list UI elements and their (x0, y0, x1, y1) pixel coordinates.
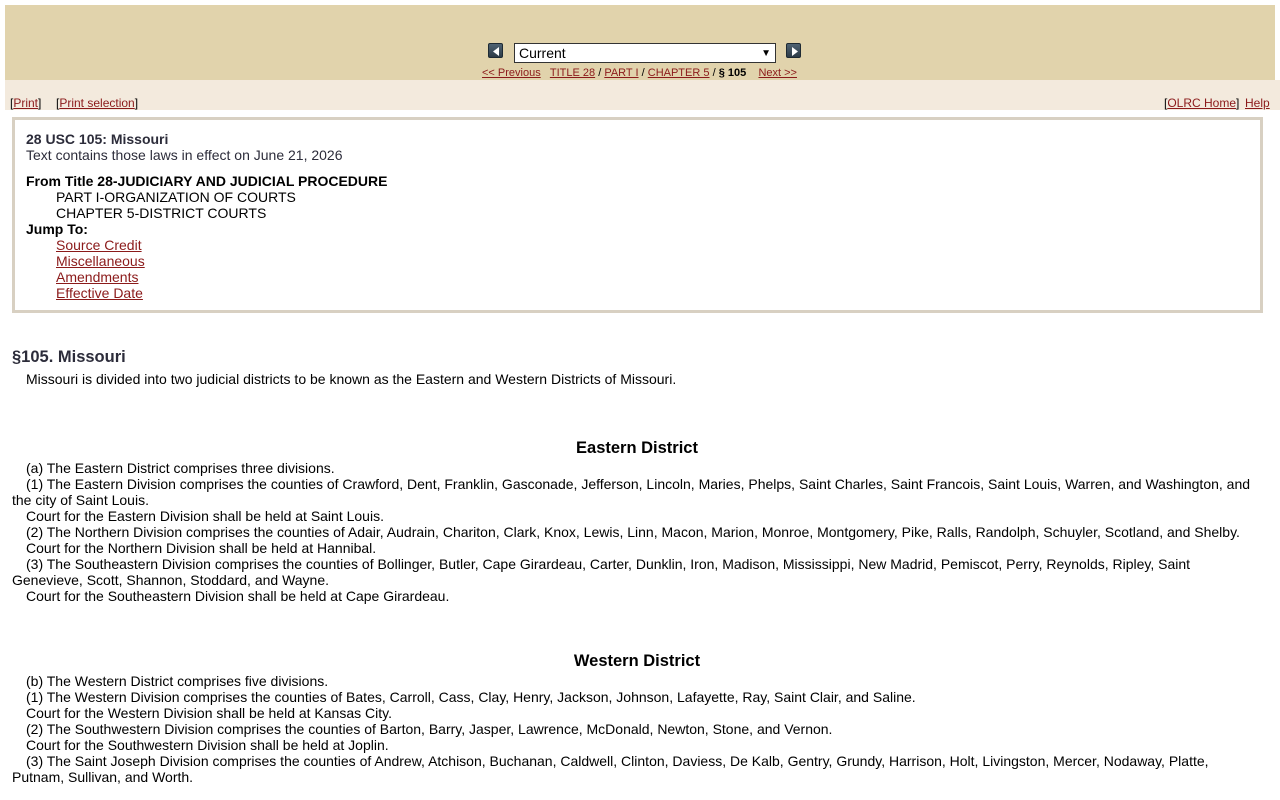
breadcrumb-separator: / (712, 67, 716, 79)
breadcrumb-separator: / (598, 67, 602, 79)
document-title: 28 USC 105: Missouri (26, 131, 169, 147)
section-info-box: 28 USC 105: Missouri Text contains those… (12, 117, 1263, 313)
eastern-paragraph: Court for the Northern Division shall be… (26, 540, 377, 556)
jump-source-credit-link[interactable]: Source Credit (56, 237, 142, 253)
next-section-link[interactable]: Next >> (758, 67, 797, 79)
print-selection-link-wrapper: [Print selection] (56, 96, 139, 110)
arrow-left-icon (493, 47, 499, 56)
jump-to-label: Jump To: (26, 221, 88, 237)
breadcrumb-part-link[interactable]: PART I (604, 67, 638, 79)
help-link-wrapper: Help (1245, 96, 1270, 110)
effective-date-note: Text contains those laws in effect on Ju… (26, 147, 343, 163)
olrc-home-link-wrapper: [OLRC Home] (1164, 96, 1240, 110)
jump-effective-date-link[interactable]: Effective Date (56, 285, 143, 301)
section-content: §105. Missouri Missouri is divided into … (12, 346, 1262, 785)
section-intro: Missouri is divided into two judicial di… (26, 371, 677, 387)
eastern-paragraph: (1) The Eastern Division comprises the c… (12, 476, 1251, 508)
help-link[interactable]: Help (1245, 96, 1270, 110)
print-selection-link[interactable]: Print selection (59, 96, 134, 110)
western-paragraph: (3) The Saint Joseph Division comprises … (12, 753, 1209, 785)
eastern-paragraph: (3) The Southeastern Division comprises … (12, 556, 1191, 588)
breadcrumb-title-link[interactable]: TITLE 28 (550, 67, 595, 79)
western-district-heading: Western District (573, 652, 701, 670)
breadcrumb-separator: / (641, 67, 645, 79)
eastern-district-heading: Eastern District (576, 439, 698, 457)
breadcrumb: << Previous TITLE 28 / PART I / CHAPTER … (482, 67, 797, 79)
top-navigation-bar: Current ▼ << Previous TITLE 28 / PART I … (5, 5, 1275, 80)
western-paragraph: (1) The Western Division comprises the c… (26, 689, 916, 705)
olrc-home-link[interactable]: OLRC Home (1167, 96, 1236, 110)
release-point-select[interactable]: Current ▼ (514, 43, 776, 63)
jump-amendments-link[interactable]: Amendments (56, 269, 138, 285)
chevron-down-icon: ▼ (761, 47, 771, 59)
section-heading: §105. Missouri (12, 348, 126, 366)
eastern-paragraph: (a) The Eastern District comprises three… (26, 460, 335, 476)
title-origin: From Title 28-JUDICIARY AND JUDICIAL PRO… (26, 173, 388, 189)
western-paragraph: (2) The Southwestern Division comprises … (26, 721, 833, 737)
jump-miscellaneous-link[interactable]: Miscellaneous (56, 253, 145, 269)
chapter-heading: CHAPTER 5-DISTRICT COURTS (56, 205, 267, 221)
toolbar: [Print] [Print selection] [OLRC Home] He… (5, 80, 1280, 110)
breadcrumb-chapter-link[interactable]: CHAPTER 5 (648, 67, 710, 79)
previous-release-button[interactable] (488, 43, 503, 58)
next-release-button[interactable] (786, 43, 801, 58)
eastern-paragraph: (2) The Northern Division comprises the … (26, 524, 1240, 540)
arrow-right-icon (792, 47, 798, 56)
western-paragraph: Court for the Southwestern Division shal… (26, 737, 389, 753)
eastern-paragraph: Court for the Southeastern Division shal… (26, 588, 450, 604)
previous-section-link[interactable]: << Previous (482, 67, 541, 79)
part-heading: PART I-ORGANIZATION OF COURTS (56, 189, 296, 205)
print-link-wrapper: [Print] (10, 96, 42, 110)
release-select-value: Current (519, 45, 566, 61)
western-paragraph: Court for the Western Division shall be … (26, 705, 392, 721)
breadcrumb-current-section: § 105 (718, 67, 747, 79)
print-link[interactable]: Print (13, 96, 38, 110)
eastern-paragraph: Court for the Eastern Division shall be … (26, 508, 384, 524)
western-paragraph: (b) The Western District comprises five … (26, 673, 329, 689)
